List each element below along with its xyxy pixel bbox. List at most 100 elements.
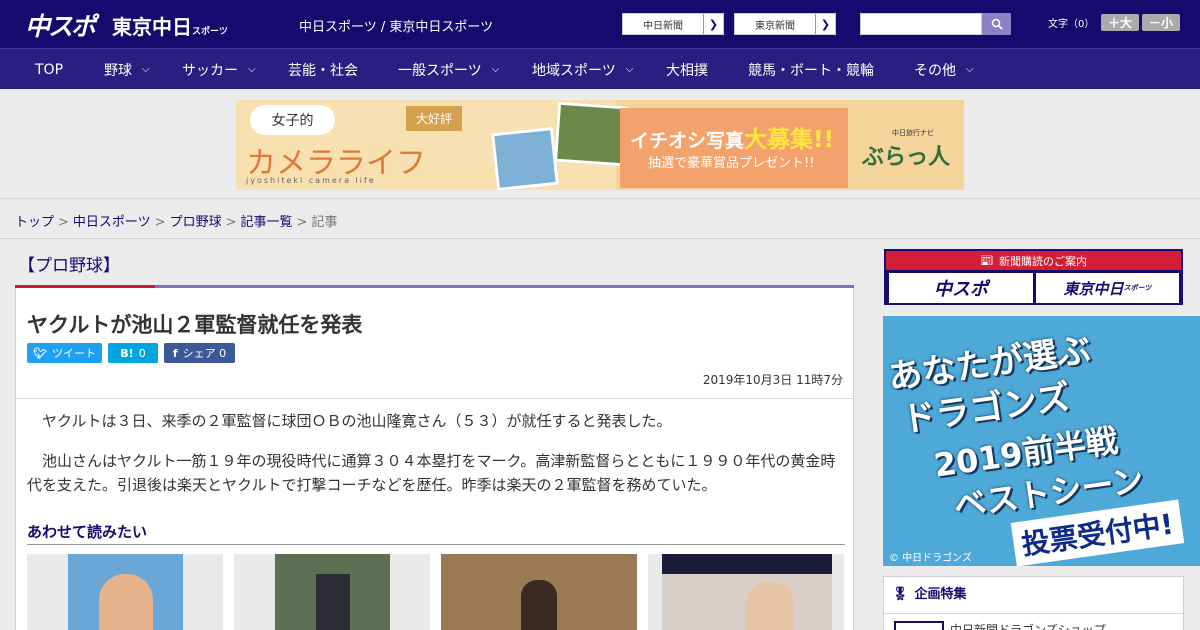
nav-item-entertainment[interactable]: 芸能・社会 <box>288 49 358 90</box>
hatena-icon: B! <box>120 346 134 360</box>
related-article-thumb[interactable] <box>441 554 637 630</box>
article-paragraph: 池山さんはヤクルト一筋１９年の現役時代に通算３０４本塁打をマーク。高津新監督らと… <box>27 452 836 494</box>
nav-item-soccer[interactable]: サッカー ⌵ <box>182 49 256 90</box>
breadcrumb-chunichi-sports[interactable]: 中日スポーツ <box>73 215 151 230</box>
article-paragraph: ヤクルトは３日、来季の２軍監督に球団ＯＢの池山隆寛さん（５３）が就任すると発表し… <box>27 412 672 430</box>
facebook-share-button[interactable]: f シェア 0 <box>164 343 235 363</box>
camera-life-banner[interactable]: 女子的 カメラライフ jyoshiteki camera life 大好評 イチ… <box>236 100 964 190</box>
breadcrumb-article-list[interactable]: 記事一覧 <box>241 215 293 230</box>
share-label: シェア <box>182 347 216 360</box>
share-count: 0 <box>219 346 227 360</box>
related-photo-sign <box>662 554 832 574</box>
breadcrumb-separator: > <box>225 215 237 230</box>
chevron-down-icon: ⌵ <box>491 64 500 75</box>
nav-label: 競馬・ボート・競輪 <box>748 62 874 79</box>
site-names: 中日スポーツ / 東京中日スポーツ <box>299 20 494 35</box>
search-input[interactable] <box>860 13 982 35</box>
hatena-bookmark-button[interactable]: B! 0 <box>108 343 158 363</box>
nav-label: その他 <box>914 62 956 79</box>
breadcrumb-divider <box>0 238 1200 239</box>
font-size-label: 文字（0） <box>1048 19 1095 30</box>
related-divider <box>27 544 845 545</box>
related-photo-speaker <box>521 580 557 630</box>
tokyo-chunichi-logo[interactable]: 東京中日スポーツ <box>112 11 228 40</box>
chunichi-shimbun-button[interactable]: 中日新聞 ❯ <box>622 13 724 35</box>
tokyo-shimbun-button[interactable]: 東京新聞 ❯ <box>734 13 836 35</box>
nav-label: 地域スポーツ <box>532 62 616 79</box>
chevron-down-icon: ⌵ <box>966 64 974 75</box>
breadcrumb: トップ > 中日スポーツ > プロ野球 > 記事一覧 > 記事 <box>15 211 337 230</box>
related-article-thumb[interactable] <box>27 554 223 630</box>
related-photo-figure <box>316 574 350 630</box>
nav-label: 一般スポーツ <box>398 62 482 79</box>
font-smaller-button[interactable]: －小 <box>1142 14 1180 31</box>
subscribe-tokyo-label: 東京中日 <box>1063 279 1124 298</box>
banner-ichioshi-text: イチオシ写真大募集!! <box>630 120 834 154</box>
chevron-down-icon: ⌵ <box>248 64 256 75</box>
tokyo-logo-small: スポーツ <box>192 27 228 37</box>
chevron-down-icon: ⌵ <box>142 64 150 75</box>
breadcrumb-separator: > <box>296 215 308 230</box>
banner-sub-text: jyoshiteki camera life <box>246 176 376 185</box>
tweet-button[interactable]: 🐦︎ ツイート <box>27 343 102 363</box>
article-divider <box>16 398 853 399</box>
nav-item-local-sports[interactable]: 地域スポーツ ⌵ <box>532 49 633 90</box>
nav-item-baseball[interactable]: 野球 ⌵ <box>104 49 150 90</box>
article-date: 2019年10月3日 11時7分 <box>702 373 843 387</box>
chunichi-sports-logo[interactable]: 中スポ <box>25 7 96 43</box>
special-features-heading: 🎖︎ 企画特集 <box>892 583 967 602</box>
subscribe-chuspo-button[interactable]: 中スポ <box>889 273 1033 303</box>
nav-item-sumo[interactable]: 大相撲 <box>666 49 708 90</box>
nav-item-other[interactable]: その他 ⌵ <box>914 49 974 90</box>
newspaper-icon: 📰︎ <box>980 254 994 267</box>
banner-photo-figures <box>553 101 629 167</box>
subscription-heading-text: 新聞購読のご案内 <box>998 254 1087 268</box>
related-article-thumb[interactable] <box>648 554 844 630</box>
subscription-heading: 📰︎ 新聞購読のご案内 <box>886 251 1181 270</box>
related-article-thumb[interactable] <box>234 554 430 630</box>
subscribe-tokyo-small: スポーツ <box>1123 284 1152 292</box>
banner-daikohyo-badge: 大好評 <box>406 106 463 131</box>
subscription-box: 📰︎ 新聞購読のご案内 中スポ 東京中日 スポーツ <box>884 249 1183 305</box>
category-label: 【プロ野球】 <box>18 256 120 276</box>
ad-copyright: © 中日ドラゴンズ <box>889 553 972 564</box>
special-item-link[interactable]: 中日新聞ドラゴンズショップ <box>950 621 1106 630</box>
breadcrumb-top[interactable]: トップ <box>15 215 54 230</box>
daiboshu-text: 大募集!! <box>744 127 834 153</box>
breadcrumb-separator: > <box>154 215 166 230</box>
search-button[interactable] <box>982 13 1011 35</box>
breadcrumb-current: 記事 <box>311 215 338 230</box>
twitter-icon: 🐦︎ <box>33 346 47 360</box>
banner-photo-seagull <box>491 126 559 190</box>
tweet-label: ツイート <box>51 347 96 360</box>
banner-prize-text: 抽選で豪華賞品プレゼント!! <box>648 156 815 171</box>
article-title: ヤクルトが池山２軍監督就任を発表 <box>27 313 363 337</box>
nav-item-top[interactable]: TOP <box>35 49 63 90</box>
related-heading: あわせて読みたい <box>27 523 148 541</box>
chunichi-shimbun-label: 中日新聞 <box>643 20 683 32</box>
chevron-right-icon: ❯ <box>703 14 723 34</box>
breadcrumb-pro-baseball[interactable]: プロ野球 <box>170 215 222 230</box>
chevron-down-icon: ⌵ <box>625 64 634 75</box>
font-larger-button[interactable]: ＋大 <box>1101 14 1139 31</box>
related-photo-face <box>99 574 153 630</box>
nav-label: 野球 <box>104 62 132 79</box>
dragons-best-scene-ad[interactable]: あなたが選ぶ ドラゴンズ 2019前半戦 ベストシーン 投票受付中! © 中日ド… <box>883 316 1200 566</box>
subscribe-tokyo-chunichi-button[interactable]: 東京中日 スポーツ <box>1036 273 1179 303</box>
breadcrumb-separator: > <box>58 215 69 230</box>
nav-label: TOP <box>35 61 64 78</box>
banner-brand-logo: ぶらっ人 <box>861 145 950 170</box>
nav-label: サッカー <box>182 62 238 79</box>
ribbon-icon: 🎖︎ <box>892 587 909 602</box>
special-features-box: 🎖︎ 企画特集 中日新聞ドラゴンズショップ <box>883 576 1184 630</box>
facebook-icon: f <box>172 346 178 360</box>
header-bar: 中スポ 東京中日スポーツ 中日スポーツ / 東京中日スポーツ 中日新聞 ❯ 東京… <box>0 0 1200 48</box>
ichioshi-text: イチオシ写真 <box>630 130 745 152</box>
nav-item-general-sports[interactable]: 一般スポーツ ⌵ <box>398 49 499 90</box>
banner-area: 女子的 カメラライフ jyoshiteki camera life 大好評 イチ… <box>0 89 1200 199</box>
tokyo-shimbun-label: 東京新聞 <box>755 20 795 32</box>
nav-item-racing[interactable]: 競馬・ボート・競輪 <box>748 49 874 90</box>
chevron-right-icon: ❯ <box>815 14 835 34</box>
related-photo-face <box>746 582 794 630</box>
special-item-thumb[interactable] <box>894 621 944 630</box>
